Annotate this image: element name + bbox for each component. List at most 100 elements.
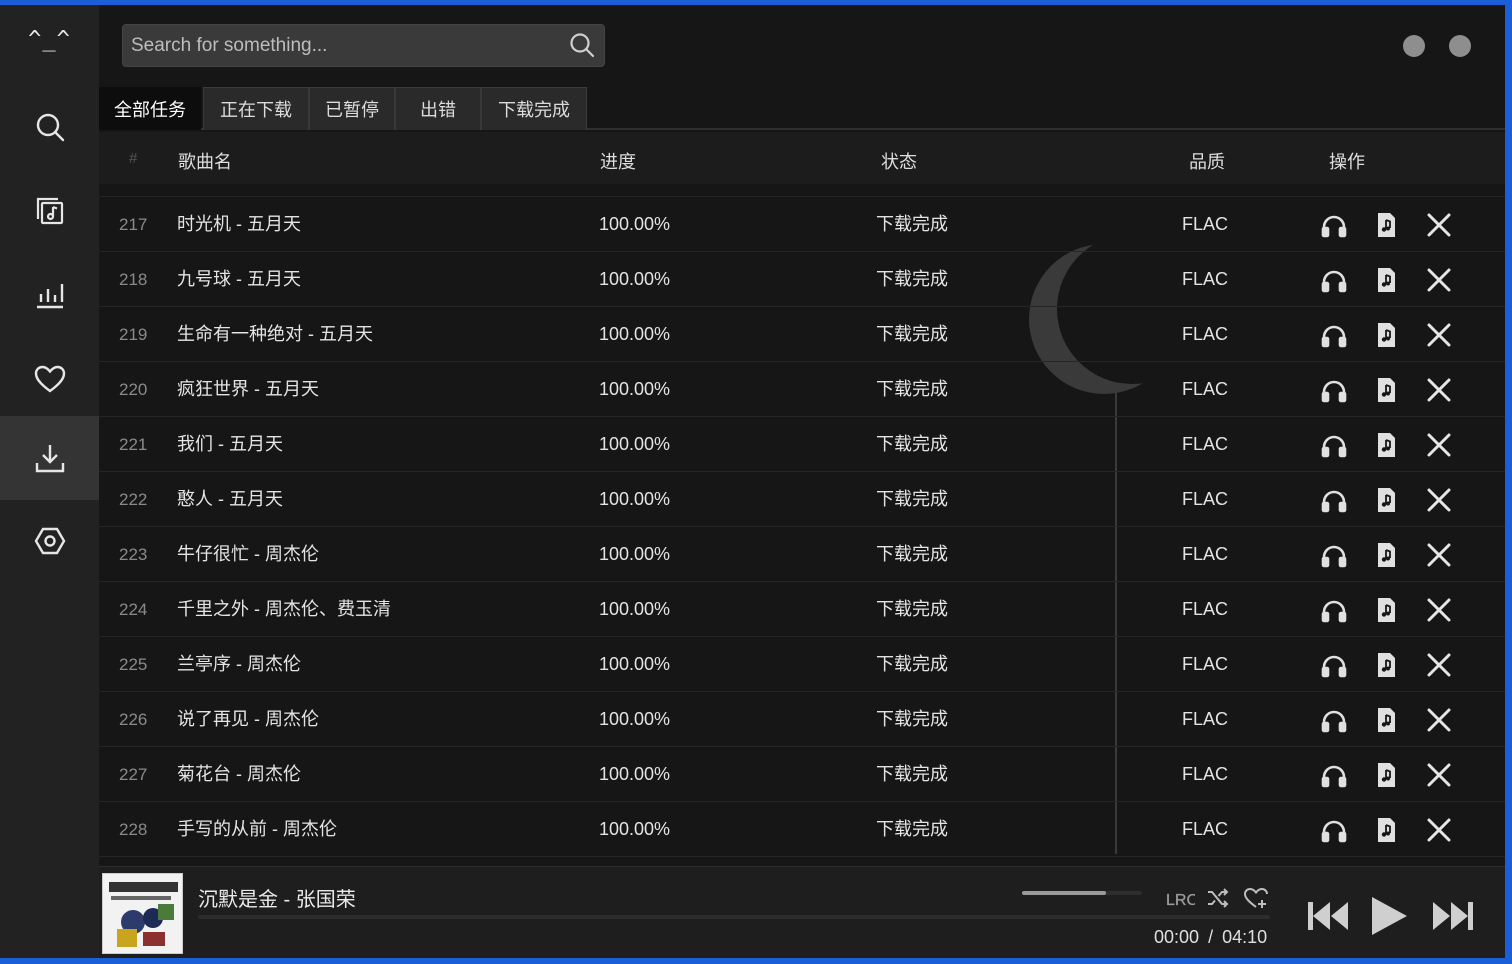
tab-all-tasks[interactable]: 全部任务 <box>99 87 201 130</box>
table-row[interactable]: 228 手写的从前 - 周杰伦 100.00% 下载完成 FLAC <box>99 802 1505 857</box>
search-input[interactable] <box>123 25 563 66</box>
open-file-icon[interactable] <box>1371 595 1401 625</box>
play-headphones-icon[interactable] <box>1319 760 1349 790</box>
download-tabs: 全部任务 正在下载 已暂停 出错 下载完成 <box>99 87 1505 130</box>
delete-icon[interactable] <box>1424 210 1454 240</box>
row-index: 218 <box>119 270 148 289</box>
delete-icon[interactable] <box>1424 760 1454 790</box>
play-headphones-icon[interactable] <box>1319 595 1349 625</box>
table-row[interactable]: 222 憨人 - 五月天 100.00% 下载完成 FLAC <box>99 472 1505 527</box>
delete-icon[interactable] <box>1424 650 1454 680</box>
row-index: 216 <box>119 184 147 197</box>
delete-icon[interactable] <box>1424 705 1454 735</box>
download-progress: 100.00% <box>599 544 671 564</box>
next-track-icon[interactable] <box>1431 899 1475 933</box>
now-playing-title: 沉默是金 - 张国荣 <box>198 889 356 911</box>
open-file-icon[interactable] <box>1371 184 1401 185</box>
song-name: 疯狂世界 - 五月天 <box>177 379 319 399</box>
search-icon <box>36 113 64 142</box>
open-file-icon[interactable] <box>1371 540 1401 570</box>
open-file-icon[interactable] <box>1371 430 1401 460</box>
column-header-status[interactable]: 状态 <box>881 148 917 174</box>
sidebar-item-search[interactable] <box>0 85 99 169</box>
delete-icon[interactable] <box>1424 430 1454 460</box>
sidebar-item-charts[interactable] <box>0 253 99 337</box>
delete-icon[interactable] <box>1424 320 1454 350</box>
play-headphones-icon[interactable] <box>1319 705 1349 735</box>
play-headphones-icon[interactable] <box>1319 184 1349 185</box>
table-row[interactable]: 226 说了再见 - 周杰伦 100.00% 下载完成 FLAC <box>99 692 1505 747</box>
app-logo: ^_^ <box>28 27 71 52</box>
open-file-icon[interactable] <box>1371 485 1401 515</box>
table-row[interactable]: 219 生命有一种绝对 - 五月天 100.00% 下载完成 FLAC <box>99 307 1505 362</box>
open-file-icon[interactable] <box>1371 815 1401 845</box>
table-row[interactable]: 223 牛仔很忙 - 周杰伦 100.00% 下载完成 FLAC <box>99 527 1505 582</box>
table-row[interactable]: 220 疯狂世界 - 五月天 100.00% 下载完成 FLAC <box>99 362 1505 417</box>
table-row[interactable]: 221 我们 - 五月天 100.00% 下载完成 FLAC <box>99 417 1505 472</box>
volume-slider[interactable] <box>1022 891 1142 895</box>
open-file-icon[interactable] <box>1371 375 1401 405</box>
delete-icon[interactable] <box>1424 485 1454 515</box>
download-progress: 100.00% <box>599 184 670 197</box>
sidebar-item-settings[interactable] <box>0 499 99 583</box>
sidebar-item-library[interactable] <box>0 169 99 253</box>
close-button[interactable] <box>1449 35 1471 57</box>
sidebar-item-downloads[interactable] <box>0 416 99 500</box>
table-row[interactable]: 225 兰亭序 - 周杰伦 100.00% 下载完成 FLAC <box>99 637 1505 692</box>
playback-progress-bar[interactable] <box>198 915 1270 919</box>
open-file-icon[interactable] <box>1371 320 1401 350</box>
play-icon[interactable] <box>1369 895 1409 937</box>
column-header-progress[interactable]: 进度 <box>600 148 636 174</box>
table-row[interactable]: 227 菊花台 - 周杰伦 100.00% 下载完成 FLAC <box>99 747 1505 802</box>
download-status: 下载完成 <box>876 709 948 729</box>
play-headphones-icon[interactable] <box>1319 650 1349 680</box>
play-headphones-icon[interactable] <box>1319 815 1349 845</box>
play-headphones-icon[interactable] <box>1319 430 1349 460</box>
download-progress: 100.00% <box>599 764 671 784</box>
audio-quality: FLAC <box>1182 819 1229 839</box>
table-row[interactable]: 224 千里之外 - 周杰伦、费玉清 100.00% 下载完成 FLAC <box>99 582 1505 637</box>
favorite-add-icon[interactable] <box>1243 885 1269 911</box>
playback-time: 00:00 / 04:10 <box>1154 927 1267 948</box>
open-file-icon[interactable] <box>1371 650 1401 680</box>
song-name: 千里之外 - 周杰伦、费玉清 <box>177 599 391 619</box>
play-headphones-icon[interactable] <box>1319 320 1349 350</box>
open-file-icon[interactable] <box>1371 265 1401 295</box>
tab-error[interactable]: 出错 <box>395 87 481 130</box>
play-headphones-icon[interactable] <box>1319 265 1349 295</box>
table-row[interactable]: 218 九号球 - 五月天 100.00% 下载完成 FLAC <box>99 252 1505 307</box>
previous-track-icon[interactable] <box>1306 899 1350 933</box>
table-row[interactable]: 217 时光机 - 五月天 100.00% 下载完成 FLAC <box>99 197 1505 252</box>
album-cover[interactable] <box>102 873 183 954</box>
open-file-icon[interactable] <box>1371 760 1401 790</box>
column-header-quality[interactable]: 品质 <box>1189 148 1225 174</box>
tab-paused[interactable]: 已暂停 <box>309 87 395 130</box>
lyrics-toggle-icon[interactable]: LRC <box>1165 885 1195 911</box>
delete-icon[interactable] <box>1424 815 1454 845</box>
audio-quality: FLAC <box>1182 544 1229 564</box>
play-headphones-icon[interactable] <box>1319 375 1349 405</box>
column-header-actions: 操作 <box>1329 152 1365 172</box>
open-file-icon[interactable] <box>1371 705 1401 735</box>
play-headphones-icon[interactable] <box>1319 485 1349 515</box>
delete-icon[interactable] <box>1424 375 1454 405</box>
play-headphones-icon[interactable] <box>1319 210 1349 240</box>
sidebar-item-favorites[interactable] <box>0 337 99 421</box>
open-file-icon[interactable] <box>1371 210 1401 240</box>
table-row[interactable]: 216 倔强 - 五月天 100.00% 下载完成 FLAC <box>99 184 1505 197</box>
column-header-name[interactable]: 歌曲名 <box>178 148 232 174</box>
song-name: 时光机 - 五月天 <box>177 214 301 234</box>
delete-icon[interactable] <box>1424 184 1454 185</box>
time-separator: / <box>1208 927 1214 947</box>
tab-completed[interactable]: 下载完成 <box>481 87 587 130</box>
shuffle-icon[interactable] <box>1205 885 1231 911</box>
delete-icon[interactable] <box>1424 265 1454 295</box>
tab-downloading[interactable]: 正在下载 <box>203 87 309 130</box>
delete-icon[interactable] <box>1424 595 1454 625</box>
song-name: 生命有一种绝对 - 五月天 <box>177 324 373 344</box>
delete-icon[interactable] <box>1424 540 1454 570</box>
search-button-icon[interactable] <box>568 31 596 59</box>
play-headphones-icon[interactable] <box>1319 540 1349 570</box>
minimize-button[interactable] <box>1403 35 1425 57</box>
row-index: 219 <box>119 325 148 344</box>
